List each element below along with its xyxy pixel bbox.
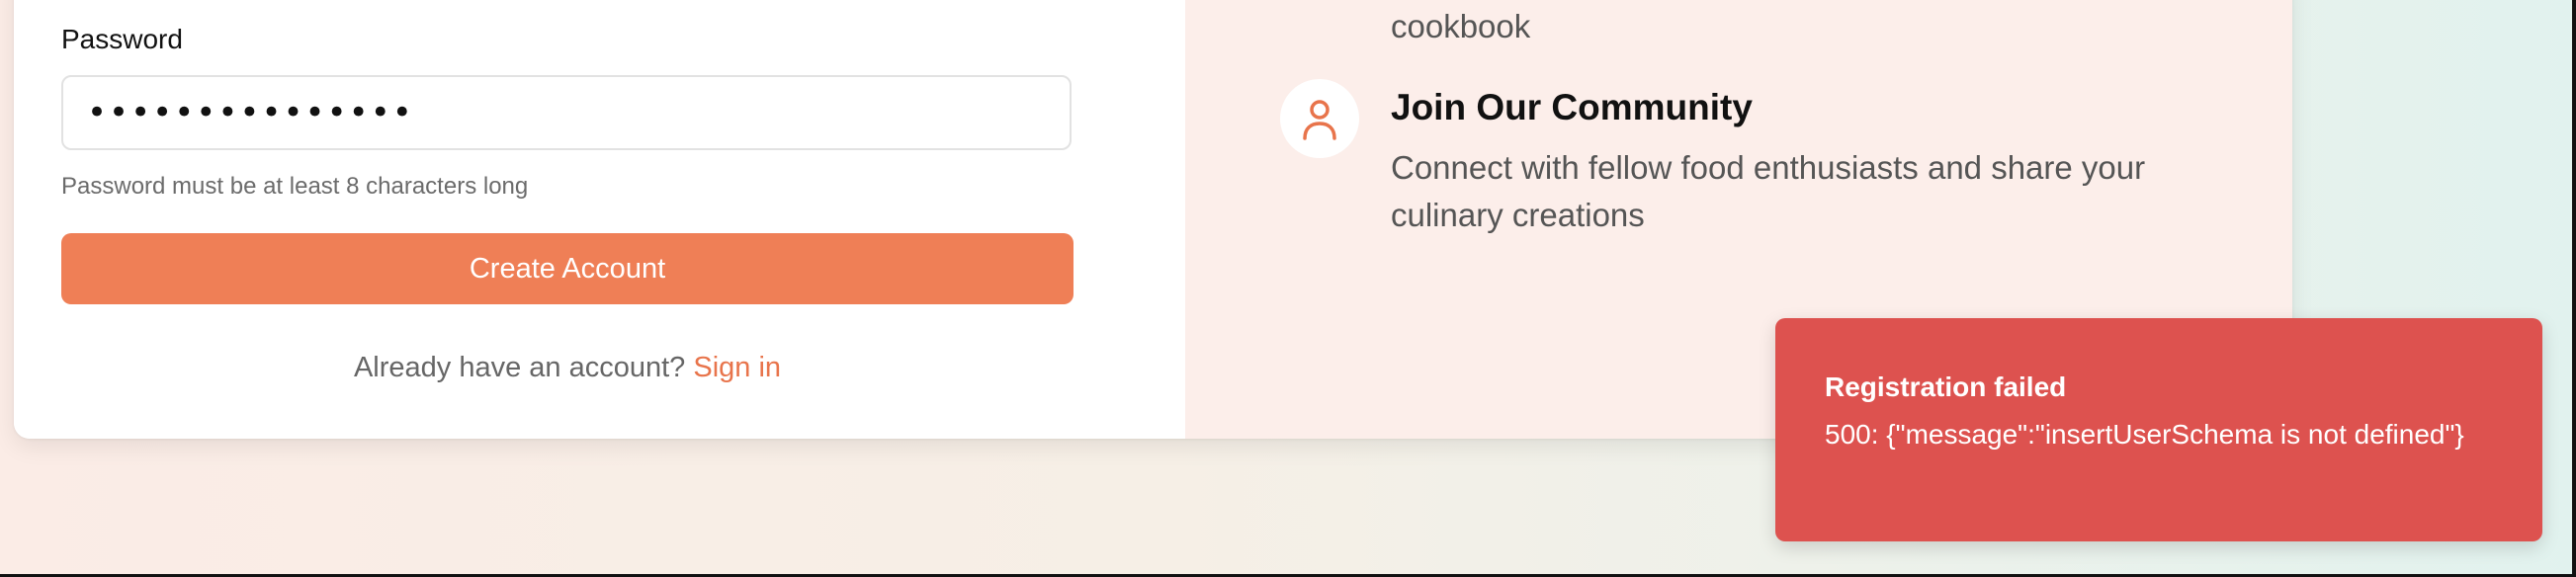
signup-form: Password ••••••••••••••• Password must b…: [14, 0, 1185, 439]
password-hint: Password must be at least 8 characters l…: [61, 173, 529, 200]
signin-prompt: Already have an account?: [353, 352, 686, 383]
error-toast[interactable]: Registration failed 500: {"message":"ins…: [1775, 318, 2542, 541]
feature-description-previous: cookbook: [1391, 8, 1531, 44]
signin-row: Already have an account? Sign in: [61, 352, 1073, 384]
create-account-button[interactable]: Create Account: [61, 233, 1073, 304]
feature-icon-circle: [1280, 79, 1359, 158]
user-icon: [1303, 100, 1336, 140]
feature-description-community: Connect with fellow food enthusiasts and…: [1391, 149, 2146, 233]
feature-title-community: Join Our Community: [1391, 87, 1753, 127]
password-label: Password: [61, 24, 183, 54]
toast-title: Registration failed: [1825, 371, 2067, 402]
window-edge-right: [2572, 0, 2576, 577]
signin-link[interactable]: Sign in: [693, 352, 781, 383]
password-field[interactable]: •••••••••••••••: [61, 75, 1072, 150]
toast-message: 500: {"message":"insertUserSchema is not…: [1825, 419, 2464, 450]
